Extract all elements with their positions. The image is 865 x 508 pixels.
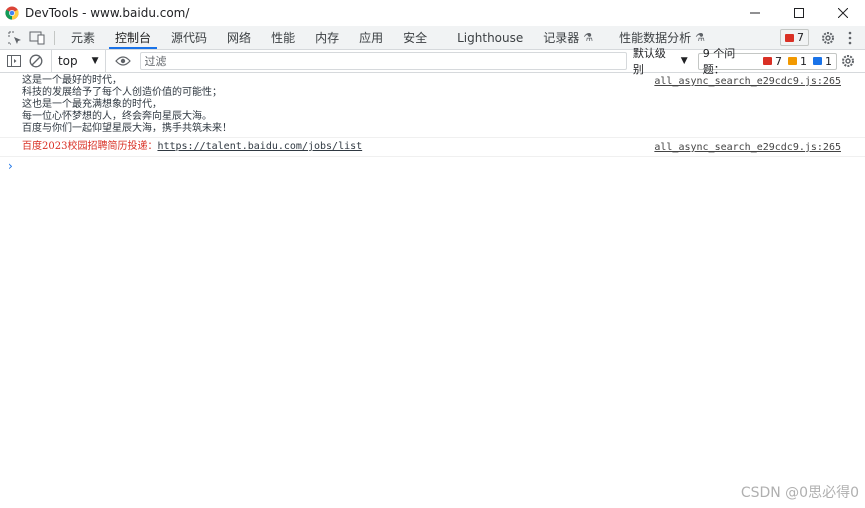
gear-icon xyxy=(842,55,855,67)
tab-label: 安全 xyxy=(403,31,428,45)
dropdown-arrow-icon: ▼ xyxy=(680,56,688,66)
sidebar-icon xyxy=(6,55,21,67)
tab-label: 性能数据分析 xyxy=(619,31,692,45)
tab-console[interactable]: 控制台 xyxy=(105,26,161,49)
flask-icon: ⚗ xyxy=(695,31,706,44)
error-icon xyxy=(763,57,773,65)
warning-icon xyxy=(788,57,798,65)
gear-icon xyxy=(822,31,834,44)
message-line: 科技的发展给予了每个人创造价值的可能性； xyxy=(22,87,222,98)
inspect-icon xyxy=(8,31,21,44)
message-text: 百度2023校园招聘简历投递： xyxy=(22,141,158,152)
minimize-icon xyxy=(750,12,760,14)
tab-memory[interactable]: 内存 xyxy=(305,26,349,49)
issues-counter[interactable]: 9 个问题： 7 1 1 xyxy=(697,47,838,76)
tab-performance[interactable]: 性能 xyxy=(261,26,305,49)
window-title: DevTools - www.baidu.com/ xyxy=(25,6,190,20)
tab-label: 元素 xyxy=(71,31,96,45)
device-icon xyxy=(29,31,45,44)
tab-label: 内存 xyxy=(315,31,340,45)
context-select[interactable]: top ▼ xyxy=(50,50,106,72)
message-line: 每一位心怀梦想的人，终会奔向星辰大海。 xyxy=(22,111,212,122)
issues-errors: 7 xyxy=(763,55,782,68)
tab-label: 控制台 xyxy=(115,31,152,45)
dropdown-arrow-icon: ▼ xyxy=(91,56,99,66)
tab-label: 性能 xyxy=(271,31,296,45)
issues-error-count: 7 xyxy=(775,54,783,68)
maximize-icon xyxy=(794,8,804,18)
source-link[interactable]: all_async_search_e29cdc9.js:265 xyxy=(654,142,841,154)
block-icon xyxy=(29,54,43,68)
tab-security[interactable]: 安全 xyxy=(393,26,437,49)
tab-label: 记录器 xyxy=(543,31,580,45)
console-message: 这是一个最好的时代， 科技的发展给予了每个人创造价值的可能性； 这也是一个最充满… xyxy=(0,73,865,138)
source-link[interactable]: all_async_search_e29cdc9.js:265 xyxy=(654,76,841,88)
error-count: 7 xyxy=(797,31,804,44)
watermark: CSDN @0思必得0 xyxy=(740,485,859,501)
console-message: 百度2023校园招聘简历投递：https://talent.baidu.com/… xyxy=(0,138,865,157)
tab-application[interactable]: 应用 xyxy=(349,26,393,49)
maximize-button[interactable] xyxy=(777,0,821,26)
close-button[interactable] xyxy=(821,0,865,26)
error-count-badge[interactable]: 7 xyxy=(780,29,809,46)
message-line: 这也是一个最充满想象的时代， xyxy=(22,99,162,110)
live-expression-button[interactable] xyxy=(112,50,134,72)
sidebar-toggle-button[interactable] xyxy=(3,50,25,72)
tab-network[interactable]: 网络 xyxy=(217,26,261,49)
info-icon xyxy=(813,57,823,65)
tab-label: 应用 xyxy=(359,31,384,45)
tab-label: 源代码 xyxy=(171,31,208,45)
device-toolbar-button[interactable] xyxy=(26,27,48,49)
close-icon xyxy=(838,8,848,18)
inspect-element-button[interactable] xyxy=(4,27,26,49)
chrome-logo-icon xyxy=(5,6,19,20)
issues-warning-count: 1 xyxy=(800,54,808,68)
tabbar-right: 7 xyxy=(780,26,865,49)
eye-icon xyxy=(114,56,131,66)
title-bar: DevTools - www.baidu.com/ xyxy=(0,0,865,26)
filter-input[interactable] xyxy=(139,52,627,70)
error-icon xyxy=(785,33,794,42)
message-line: 百度与你们一起仰望星辰大海，携手共筑未来！ xyxy=(22,123,232,134)
flask-icon: ⚗ xyxy=(583,31,594,44)
context-value: top xyxy=(57,54,78,68)
issues-info-count: 1 xyxy=(825,54,833,68)
issues-info: 1 xyxy=(813,55,832,68)
prompt-chevron-icon: › xyxy=(8,159,13,173)
console-settings-button[interactable] xyxy=(837,50,859,72)
minimize-button[interactable] xyxy=(733,0,777,26)
settings-button[interactable] xyxy=(817,27,839,49)
tab-recorder[interactable]: 记录器 ⚗ xyxy=(533,26,603,49)
message-url-link[interactable]: https://talent.baidu.com/jobs/list xyxy=(157,141,362,152)
console-output: 这是一个最好的时代， 科技的发展给予了每个人创造价值的可能性； 这也是一个最充满… xyxy=(0,73,865,173)
more-vert-icon xyxy=(848,31,852,44)
tab-separator xyxy=(54,30,55,45)
console-prompt[interactable]: › xyxy=(0,157,865,173)
tab-label: Lighthouse xyxy=(457,30,524,45)
console-toolbar: top ▼ 默认级别 ▼ 9 个问题： 7 1 1 xyxy=(0,47,865,76)
tab-sources[interactable]: 源代码 xyxy=(161,26,217,49)
tab-lighthouse[interactable]: Lighthouse xyxy=(447,26,533,49)
window-controls xyxy=(733,0,865,26)
more-options-button[interactable] xyxy=(839,27,861,49)
clear-console-button[interactable] xyxy=(25,50,47,72)
tab-label: 网络 xyxy=(227,31,252,45)
tab-elements[interactable]: 元素 xyxy=(61,26,105,49)
issues-warnings: 1 xyxy=(788,55,807,68)
